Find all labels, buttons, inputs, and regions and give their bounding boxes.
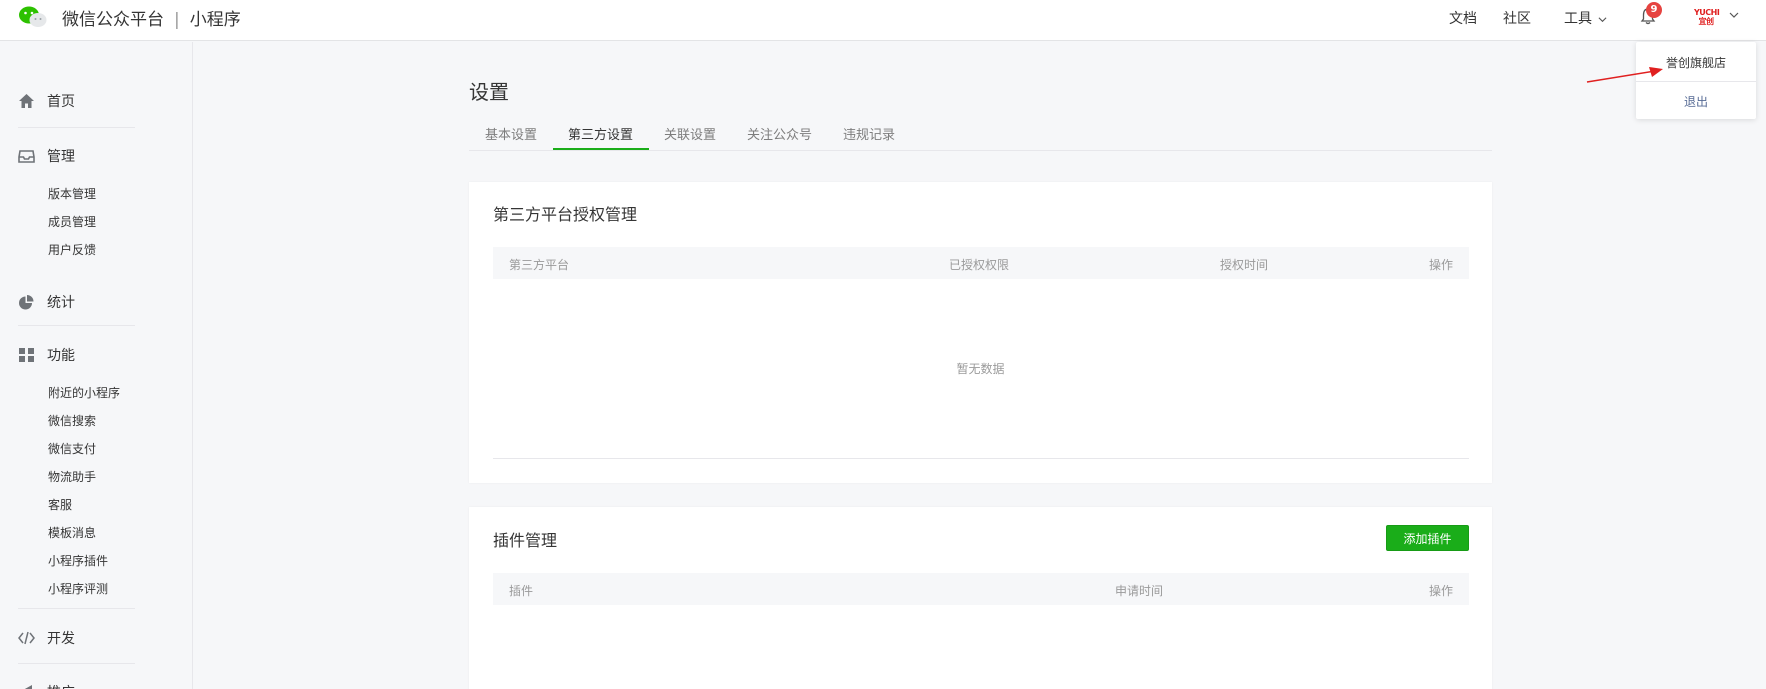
column-header: 已授权权限 xyxy=(949,258,1010,272)
pie-chart-icon xyxy=(19,295,34,310)
nav-docs-link[interactable]: 文档 xyxy=(1449,8,1477,28)
sidebar-item-feedback[interactable]: 用户反馈 xyxy=(48,241,96,258)
avatar[interactable]: YUCHI 宜创 xyxy=(1694,8,1720,26)
top-bar: 微信公众平台 | 小程序 文档 社区 工具 9 YUCHI 宜创 xyxy=(0,0,1766,41)
product-name: 小程序 xyxy=(189,10,241,30)
home-icon xyxy=(19,94,34,108)
nav-community-link[interactable]: 社区 xyxy=(1503,8,1531,28)
nav-tools-label: 工具 xyxy=(1564,11,1592,27)
sidebar-item-logistics[interactable]: 物流助手 xyxy=(48,468,96,485)
sidebar-dev-label: 开发 xyxy=(47,631,75,647)
column-header: 插件 xyxy=(509,584,534,598)
column-header: 操作 xyxy=(1429,258,1454,272)
code-icon xyxy=(18,631,35,645)
notification-badge: 9 xyxy=(1646,2,1662,18)
page-title: 设置 xyxy=(469,80,509,104)
chevron-down-icon[interactable] xyxy=(1729,10,1739,20)
tab-follow-account[interactable]: 关注公众号 xyxy=(747,124,812,143)
tab-violations[interactable]: 违规记录 xyxy=(843,124,895,143)
column-header: 第三方平台 xyxy=(509,258,570,272)
tab-association[interactable]: 关联设置 xyxy=(664,124,716,143)
sidebar-divider xyxy=(18,127,135,128)
active-tab-indicator xyxy=(553,148,649,150)
sidebar-stats-label: 统计 xyxy=(47,295,75,311)
card-title: 第三方平台授权管理 xyxy=(493,205,638,224)
column-header: 授权时间 xyxy=(1220,258,1269,272)
sidebar-item-version[interactable]: 版本管理 xyxy=(48,185,96,202)
empty-state-text: 暂无数据 xyxy=(956,362,1005,376)
sidebar-item-members[interactable]: 成员管理 xyxy=(48,213,96,230)
card-title: 插件管理 xyxy=(493,531,558,550)
third-party-auth-card: 第三方平台授权管理 第三方平台 已授权权限 授权时间 操作 暂无数据 xyxy=(469,182,1492,483)
sidebar-item-nearby[interactable]: 附近的小程序 xyxy=(48,384,120,401)
table-header: 第三方平台 已授权权限 授权时间 操作 xyxy=(493,247,1469,279)
brand-title[interactable]: 微信公众平台 | 小程序 xyxy=(62,5,241,30)
megaphone-icon xyxy=(24,685,32,689)
sidebar-divider xyxy=(18,663,135,664)
sidebar-item-pay[interactable]: 微信支付 xyxy=(48,440,96,457)
tab-basic[interactable]: 基本设置 xyxy=(485,124,537,143)
column-header: 操作 xyxy=(1429,584,1454,598)
brand-name: 微信公众平台 xyxy=(62,10,164,30)
annotation-arrow-icon xyxy=(1586,67,1663,83)
sidebar-promo-label: 推广 xyxy=(47,682,75,689)
sidebar-item-plugins[interactable]: 小程序插件 xyxy=(48,552,108,569)
nav-tools-menu[interactable]: 工具 xyxy=(1564,8,1607,28)
grid-icon xyxy=(19,348,34,362)
settings-tabs: 基本设置 第三方设置 关联设置 关注公众号 违规记录 xyxy=(469,112,1492,151)
sidebar-manage-label: 管理 xyxy=(47,149,75,165)
sidebar-home-label: 首页 xyxy=(47,94,75,110)
sidebar-item-template[interactable]: 模板消息 xyxy=(48,524,96,541)
sidebar-divider xyxy=(18,608,135,609)
column-header: 申请时间 xyxy=(1115,584,1164,598)
logout-link[interactable]: 退出 xyxy=(1636,93,1756,110)
sidebar: 首页 管理 版本管理 成员管理 用户反馈 统计 功能 附近的小程序 微信搜索 微… xyxy=(0,42,193,689)
wechat-logo-icon[interactable] xyxy=(18,5,48,29)
chevron-down-icon xyxy=(1598,16,1607,22)
sidebar-features-label: 功能 xyxy=(47,348,75,364)
sidebar-divider xyxy=(18,325,135,326)
table-header: 插件 申请时间 操作 xyxy=(493,573,1469,605)
sidebar-item-review[interactable]: 小程序评测 xyxy=(48,580,108,597)
sidebar-item-search[interactable]: 微信搜索 xyxy=(48,412,96,429)
inbox-icon xyxy=(18,150,35,163)
tab-third-party[interactable]: 第三方设置 xyxy=(568,124,633,143)
brand-separator: | xyxy=(174,10,180,30)
plugin-management-card: 插件管理 添加插件 插件 申请时间 操作 xyxy=(469,507,1492,689)
add-plugin-button[interactable]: 添加插件 xyxy=(1386,525,1469,551)
sidebar-item-service[interactable]: 客服 xyxy=(48,496,72,513)
table-bottom-border xyxy=(493,458,1469,459)
